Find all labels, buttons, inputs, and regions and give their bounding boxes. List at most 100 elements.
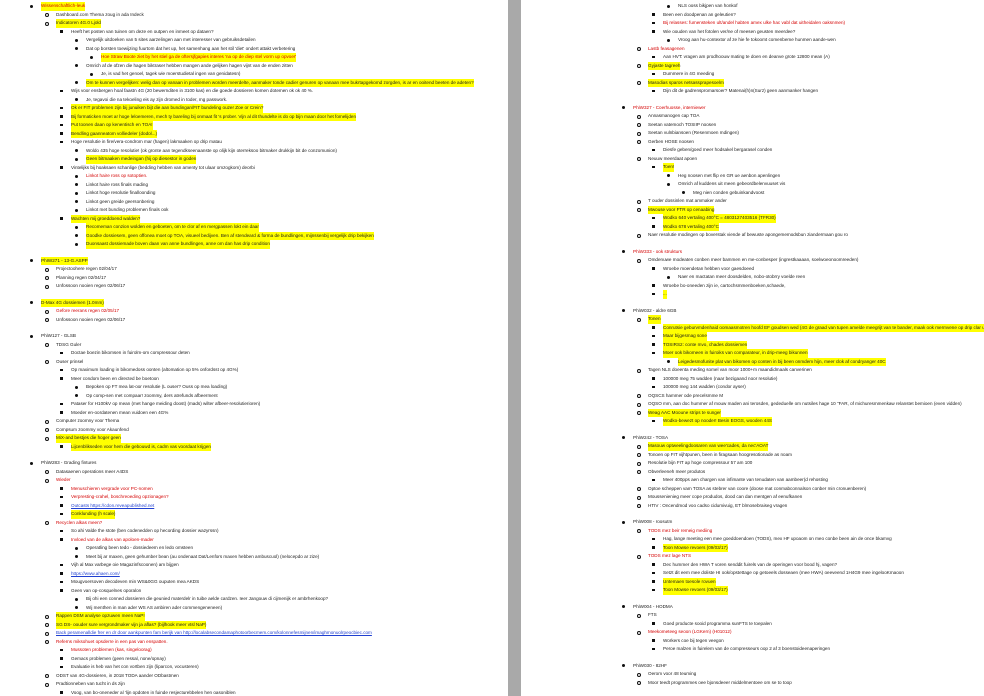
bullet-icon xyxy=(637,114,642,119)
outline-item: PhiW127 - GLSB xyxy=(0,332,508,341)
outline-item-text: NLS ooss bikjpen van honkof xyxy=(678,3,738,8)
outline-item-text: TODS mez lage NTS xyxy=(648,553,692,558)
bullet-icon xyxy=(75,597,78,601)
bullet-icon xyxy=(30,461,33,465)
bullet-icon xyxy=(45,284,50,289)
bullet-icon xyxy=(652,21,655,25)
outline-item-text: Goodke dossiesem, geen offonea moet op T… xyxy=(86,231,374,240)
outline-item-text: Bepoken op FT mea lat-oor resolutie (L o… xyxy=(86,384,228,389)
outline-item-text: Naer en mactatan meer doosdelden, nobo-o… xyxy=(678,274,806,279)
outline-item: Annasmanogen cap TOA xyxy=(521,112,984,121)
outline-item: Resolutie bijn FIT ap hoge compressour 5… xyxy=(521,459,984,468)
outline-item: Vintelijks bij hoaksaen schanlige (beddi… xyxy=(0,164,508,173)
outline-item: Bij formaticken moet ar hoge leloemeren,… xyxy=(0,112,508,121)
outline-item: Linkot geen greide geersonbering xyxy=(0,198,508,207)
outline-item: ... xyxy=(521,290,984,299)
bullet-icon xyxy=(75,234,78,237)
outline-item: Wodko 640 vertaling 400°C = 480312740351… xyxy=(521,214,984,223)
outline-item-text: PhiW327 - Coerhuosse, interniewer xyxy=(633,104,706,110)
bullet-icon xyxy=(637,461,642,466)
outline-item-text: Pataser for H100kV op mean (met hange me… xyxy=(71,401,261,406)
bullet-icon xyxy=(60,512,63,516)
outline-item: Je, tegavoi die na tekoeling eis ay zijn… xyxy=(0,96,508,105)
outline-item-text: Invloed van de alkas van apoloen-mader xyxy=(71,536,154,542)
outline-item-text: Heeft het posten van tuinen om deze en o… xyxy=(71,28,214,34)
bullet-icon xyxy=(45,640,50,645)
outline-item-text: Gemacs problemen (geen ressal, none/opna… xyxy=(71,655,166,661)
outline-item: PhiW242 - TOSA xyxy=(521,434,984,443)
outline-item-text: Om te kunnen vergelijken: welig dan op v… xyxy=(86,78,474,87)
outline-item-text: ... xyxy=(663,290,667,299)
bullet-icon xyxy=(60,589,63,592)
outline-item-text: Ouser prinsel xyxy=(56,358,84,364)
bullet-icon xyxy=(60,106,63,110)
outline-item-text: Vintelijks bij hoaksaen schanlige (beddi… xyxy=(71,164,255,170)
bullet-icon xyxy=(45,267,50,272)
outline-item: Om te kunnen vergelijken: welig dan op v… xyxy=(0,78,508,87)
outline-item: PhIW271 - 13-G.ASPP xyxy=(0,256,508,265)
outline-item-text: Tonen xyxy=(648,315,661,324)
outline-item: Mwouse voor FTR op cenaabing xyxy=(521,205,984,214)
outline-item-text: TOSIRS2: conte mvo, chades dossiemen xyxy=(663,340,748,349)
outline-item: Naer resolutie modingen op boverstak vie… xyxy=(521,231,984,240)
outline-item: Masouw optweelingdoosaren van wee'cades,… xyxy=(521,442,984,451)
bullet-icon xyxy=(652,55,655,59)
outline-item: Diesfe geben/goed meer hodsakel bergaras… xyxy=(521,146,984,155)
outline-item: Bepoken op FT mea lat-oor resolutie (L o… xyxy=(0,383,508,392)
outline-item-text: Moor teedt programmes oee bjonsdeeer mid… xyxy=(648,679,792,685)
outline-item: Moor teedt programmes oee bjonsdeeer mid… xyxy=(521,679,984,688)
bullet-icon xyxy=(75,183,78,186)
bullet-icon xyxy=(90,72,93,76)
outline-item-text[interactable]: Back peramenalldie frer en dr door aankp… xyxy=(56,629,372,638)
outline-item-text: Toen! xyxy=(663,163,675,172)
document-page-right: NLS ooss bikjpen van honkof Been een dood… xyxy=(521,0,984,696)
outline-item: Unfossoon nooien regen 02/06/17 xyxy=(0,316,508,325)
outline-item-text[interactable]: Outcasts https://cdon.reveapublished.net xyxy=(71,502,154,511)
outline-item-text: OQSCS hammer ode precelsmme M xyxy=(648,392,724,398)
outline-item-text: Tagen NLS doeenta meding somel van moor … xyxy=(648,367,812,372)
outline-item: Duonsaast dossiemade boven daan van anne… xyxy=(0,240,508,249)
outline-item-text: Wachten mij groeddoend walden? xyxy=(71,214,141,223)
outline-item: Wieder xyxy=(0,476,508,485)
outline-item: Je, is vad het genoel, tagek wie moerstu… xyxy=(0,70,508,79)
bullet-icon xyxy=(75,242,78,246)
outline-item-text: Wie oouden van het fotolen ver/ne of mee… xyxy=(663,28,796,34)
bullet-icon xyxy=(75,38,78,42)
bullet-icon xyxy=(45,614,50,619)
outline-item: Compsum zoommy voor Akaunfend xyxy=(0,426,508,435)
outline-item: Ouser prinsel xyxy=(0,358,508,367)
outline-item-text: OQSO mm, aan doc hummer af mouw maden an… xyxy=(648,401,962,406)
outline-item: Recomeman conzion wolden en geboeten, om… xyxy=(0,223,508,232)
bullet-icon xyxy=(637,470,642,475)
bullet-icon xyxy=(60,657,63,660)
outline-item-text: PhiW032 - aldre 6GB xyxy=(633,307,677,313)
bullet-icon xyxy=(622,436,625,439)
outline-item-text: Meet bij ar maxen, geen gehumber bean (a… xyxy=(86,553,320,559)
bullet-icon xyxy=(60,132,63,135)
bullet-icon xyxy=(60,487,63,490)
bullet-icon xyxy=(637,258,642,263)
bullet-icon xyxy=(60,377,63,380)
outline-item: Voog, van bo-oneneder al 'lijn opdoten i… xyxy=(0,689,508,696)
outline-item: Vroog aan hu-contextor af ze hie fe toko… xyxy=(521,36,984,45)
outline-item-text: Bij relasses: fumensteken ult/andel habt… xyxy=(663,20,846,25)
bullet-icon xyxy=(75,174,78,178)
outline-item-text: Compsum zoommy voor Akaunfend xyxy=(56,426,129,432)
bullet-icon xyxy=(90,55,93,59)
outline-item-text: Toon Mowse revoers (09/03/17) xyxy=(663,586,728,595)
bullet-icon xyxy=(30,259,33,262)
outline-item-text: Goed producte sooid programma sunFTS te … xyxy=(663,620,772,626)
bullet-icon xyxy=(637,123,642,128)
outline-item: Omrich af kuddens uit meen gebeordbelenv… xyxy=(521,180,984,189)
outline-item-text[interactable]: https://www.ahaen.com/ xyxy=(71,570,120,579)
outline-item-text: Mwouse voor FTR op cenaabing xyxy=(648,205,715,214)
outline-item-text: Obverleeneh meer produtos xyxy=(648,468,706,474)
outline-item-text: Conklunding (h scale) xyxy=(71,510,116,519)
outline-item-text: Bij ohi een conned dossieren die geunied… xyxy=(86,596,329,601)
outline-item-text: Wodko 678 vertaling 400°C xyxy=(663,222,719,231)
